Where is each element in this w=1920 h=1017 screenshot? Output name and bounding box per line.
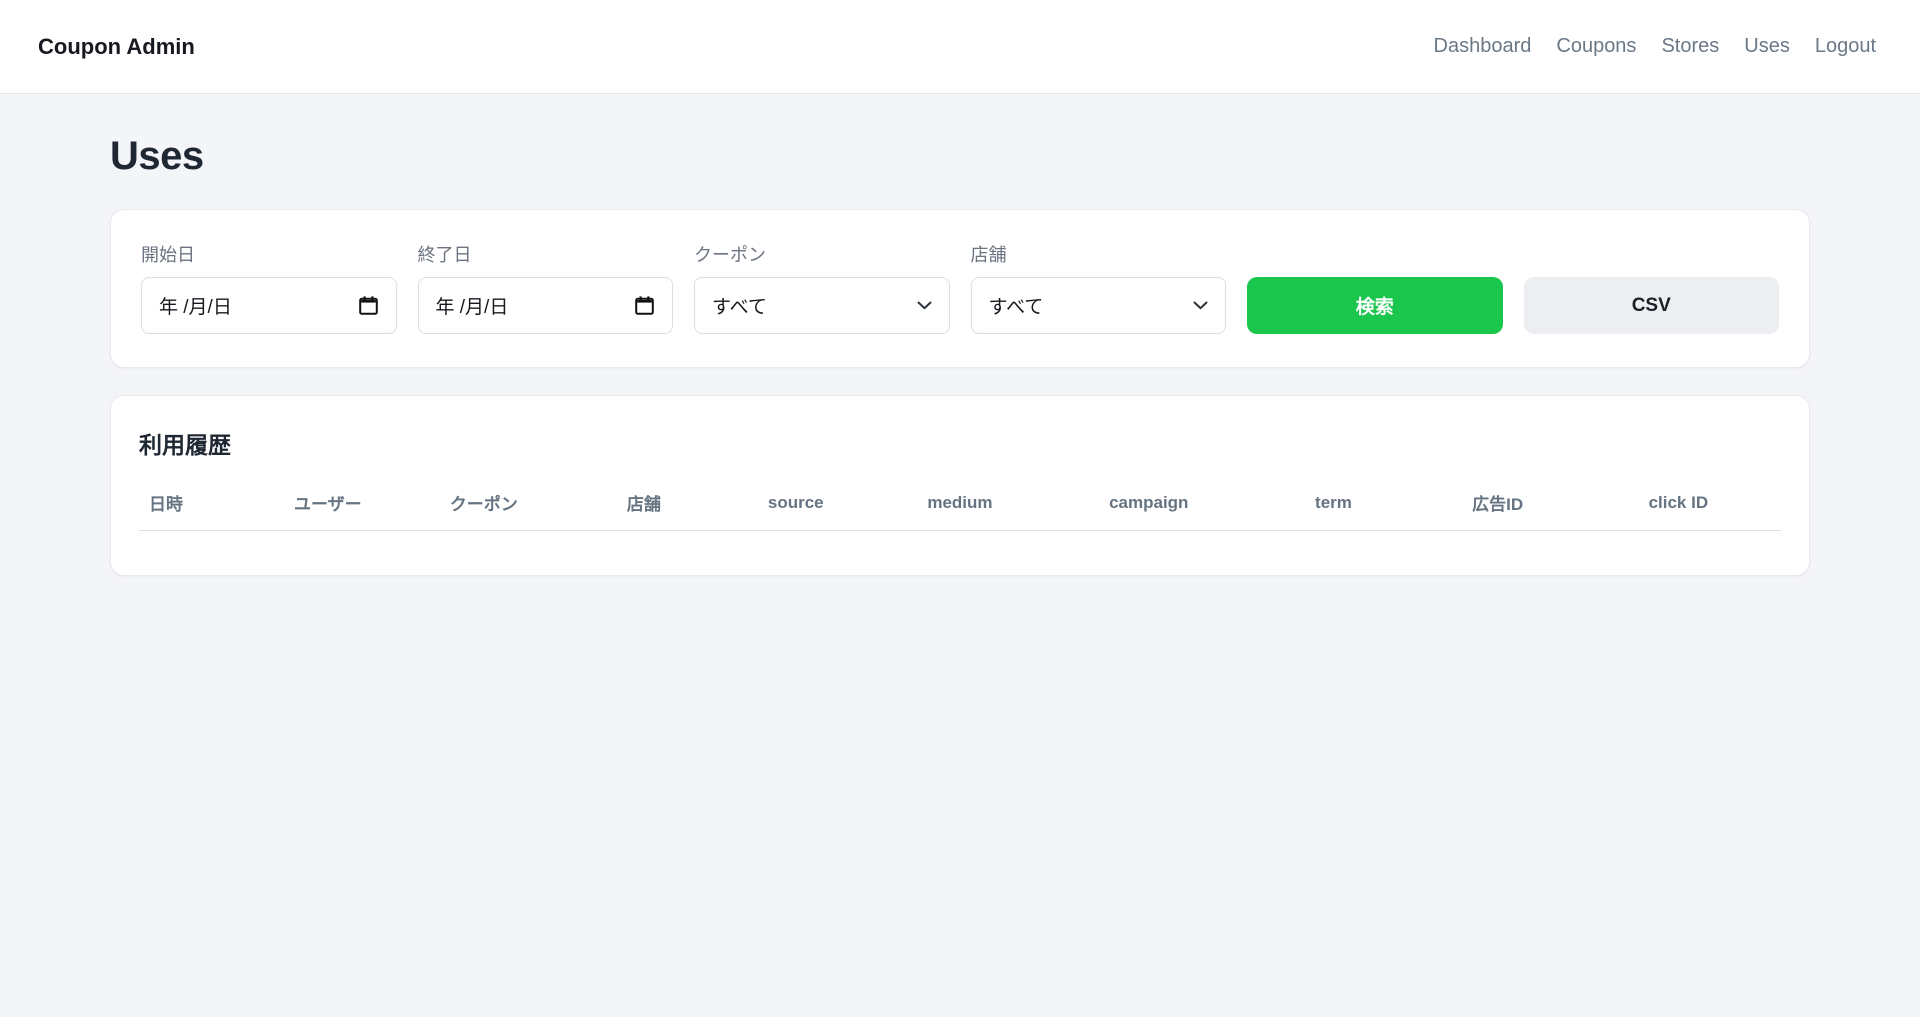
history-table: 日時 ユーザー クーポン 店舗 source medium campaign t… — [139, 480, 1781, 531]
main-content: Uses 開始日 年 /月/日 終了日 年 /月/日 クーポン すべて 店舗 す… — [0, 134, 1920, 576]
chevron-down-icon — [1193, 301, 1208, 310]
filter-card: 開始日 年 /月/日 終了日 年 /月/日 クーポン すべて 店舗 すべて 検索… — [110, 209, 1810, 368]
brand-link[interactable]: Coupon Admin — [38, 34, 195, 60]
start-date-field: 開始日 年 /月/日 — [141, 241, 397, 334]
coupon-select[interactable]: すべて — [694, 277, 950, 334]
history-header-row: 日時 ユーザー クーポン 店舗 source medium campaign t… — [139, 480, 1781, 531]
csv-button[interactable]: CSV — [1523, 277, 1779, 334]
coupon-field: クーポン すべて — [694, 241, 950, 334]
store-selected-value: すべて — [988, 297, 1044, 318]
store-field: 店舗 すべて — [970, 241, 1226, 334]
end-date-placeholder: 年 /月/日 — [435, 297, 509, 318]
store-select[interactable]: すべて — [970, 277, 1226, 334]
start-date-input[interactable]: 年 /月/日 — [141, 277, 397, 334]
col-ad-id: 広告ID — [1419, 480, 1576, 531]
end-date-label: 終了日 — [417, 245, 472, 265]
coupon-label: クーポン — [694, 245, 766, 265]
start-date-placeholder: 年 /月/日 — [159, 297, 232, 318]
calendar-icon[interactable] — [358, 295, 379, 316]
col-datetime: 日時 — [139, 480, 254, 531]
col-user: ユーザー — [253, 480, 402, 531]
col-term: term — [1247, 480, 1420, 531]
col-medium: medium — [869, 480, 1051, 531]
col-campaign: campaign — [1050, 480, 1248, 531]
col-coupon: クーポン — [401, 480, 566, 531]
page-title: Uses — [110, 134, 204, 178]
filters-row: 開始日 年 /月/日 終了日 年 /月/日 クーポン すべて 店舗 すべて 検索… — [141, 241, 1779, 334]
search-button[interactable]: 検索 — [1247, 277, 1503, 334]
store-label: 店舗 — [970, 245, 1007, 265]
history-card: 利用履歴 日時 ユーザー クーポン 店舗 source medium campa… — [110, 395, 1810, 576]
col-source: source — [721, 480, 870, 531]
history-title: 利用履歴 — [139, 432, 231, 458]
coupon-selected-value: すべて — [712, 297, 767, 318]
calendar-icon[interactable] — [634, 295, 655, 316]
start-date-label: 開始日 — [141, 245, 195, 265]
nav-link-stores[interactable]: Stores — [1661, 35, 1719, 58]
end-date-input[interactable]: 年 /月/日 — [417, 277, 673, 334]
end-date-field: 終了日 年 /月/日 — [417, 241, 673, 334]
nav-links: Dashboard Coupons Stores Uses Logout — [1434, 35, 1876, 58]
col-store: 店舗 — [565, 480, 722, 531]
nav-link-logout[interactable]: Logout — [1815, 35, 1876, 58]
top-navbar: Coupon Admin Dashboard Coupons Stores Us… — [0, 0, 1920, 94]
nav-link-uses[interactable]: Uses — [1744, 35, 1790, 58]
nav-link-coupons[interactable]: Coupons — [1556, 35, 1636, 58]
nav-link-dashboard[interactable]: Dashboard — [1434, 35, 1532, 58]
chevron-down-icon — [917, 301, 932, 310]
col-click-id: click ID — [1575, 480, 1781, 531]
